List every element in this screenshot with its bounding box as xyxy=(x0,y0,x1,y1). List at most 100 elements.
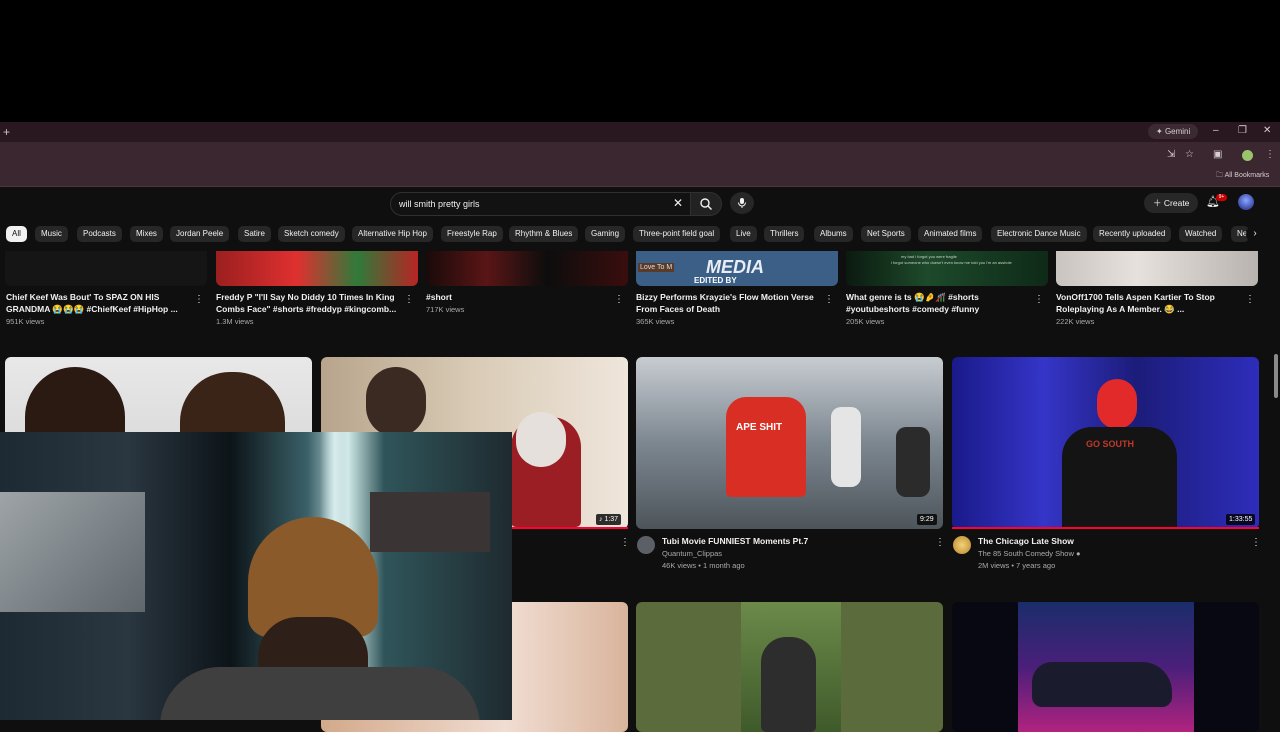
more-options-icon[interactable]: ⋮ xyxy=(1034,294,1044,305)
install-app-icon[interactable]: ⇲ xyxy=(1167,149,1175,160)
chip-rhythm-blues[interactable]: Rhythm & Blues xyxy=(509,226,579,242)
more-options-icon[interactable]: ⋮ xyxy=(620,537,630,548)
video-duration: 1:33:55 xyxy=(1226,514,1256,525)
channel-avatar[interactable] xyxy=(637,536,655,554)
thumbnail-shirt-text: APE SHIT xyxy=(736,422,783,433)
more-options-icon[interactable]: ⋮ xyxy=(404,294,414,305)
more-options-icon[interactable]: ⋮ xyxy=(1245,294,1255,305)
thumbnail-text: i forgot someone who doesn't even know m… xyxy=(891,260,1012,265)
account-avatar[interactable] xyxy=(1238,194,1254,210)
bookmark-star-icon[interactable]: ☆ xyxy=(1185,149,1194,160)
video-title[interactable]: Bizzy Performs Krayzie's Flow Motion Ver… xyxy=(636,291,818,315)
search-icon xyxy=(700,198,712,210)
thumbnail-face-paint xyxy=(516,412,566,467)
chip-podcasts[interactable]: Podcasts xyxy=(77,226,122,242)
webcam-overlay xyxy=(0,432,512,720)
more-options-icon[interactable]: ⋮ xyxy=(194,294,204,305)
video-thumbnail[interactable] xyxy=(5,251,207,286)
more-options-icon[interactable]: ⋮ xyxy=(1251,537,1261,548)
thumbnail-person: APE SHIT xyxy=(726,397,806,497)
video-thumbnail[interactable] xyxy=(952,602,1259,732)
webcam-window-reflection xyxy=(0,492,145,612)
video-thumbnail[interactable] xyxy=(636,602,943,732)
chip-animated-films[interactable]: Animated films xyxy=(918,226,983,242)
channel-avatar[interactable] xyxy=(953,536,971,554)
channel-name[interactable]: Quantum_Clippas xyxy=(662,548,722,560)
video-title[interactable]: VonOff1700 Tells Aspen Kartier To Stop R… xyxy=(1056,291,1236,315)
chip-sketch-comedy[interactable]: Sketch comedy xyxy=(278,226,345,242)
chip-gaming[interactable]: Gaming xyxy=(585,226,626,242)
chip-albums[interactable]: Albums xyxy=(814,226,853,242)
chip-three-point-field-goal[interactable]: Three-point field goal xyxy=(633,226,721,242)
all-bookmarks[interactable]: 🗀 All Bookmarks xyxy=(1216,171,1269,182)
thumbnail-person xyxy=(366,367,426,437)
video-thumbnail[interactable] xyxy=(1056,251,1258,286)
close-window-icon[interactable]: ✕ xyxy=(1263,125,1271,136)
video-title[interactable]: #short xyxy=(426,291,606,303)
more-options-icon[interactable]: ⋮ xyxy=(824,294,834,305)
search-button[interactable] xyxy=(690,192,722,216)
chip-mixes[interactable]: Mixes xyxy=(130,226,163,242)
more-options-icon[interactable]: ⋮ xyxy=(614,294,624,305)
thumbnail-hoodie-text: GO SOUTH xyxy=(1086,439,1135,449)
gemini-label: Gemini xyxy=(1164,127,1191,136)
bookmarks-bar xyxy=(0,166,1280,187)
chip-recently-uploaded[interactable]: Recently uploaded xyxy=(1093,226,1172,242)
black-letterbox-top xyxy=(0,0,1280,122)
profile-icon[interactable] xyxy=(1242,150,1253,161)
minimize-icon[interactable]: – xyxy=(1213,125,1219,136)
new-tab-icon[interactable]: + xyxy=(3,125,10,139)
chip-watched[interactable]: Watched xyxy=(1179,226,1223,242)
video-thumbnail[interactable] xyxy=(426,251,628,286)
thumbnail-car xyxy=(1032,662,1172,707)
chip-live[interactable]: Live xyxy=(730,226,757,242)
chip-alternative-hip-hop[interactable]: Alternative Hip Hop xyxy=(352,226,433,242)
chip-electronic-dance-music[interactable]: Electronic Dance Music xyxy=(991,226,1087,242)
channel-name[interactable]: The 85 South Comedy Show ● xyxy=(978,548,1081,560)
video-thumbnail[interactable]: Love To M MEDIA EDITED BY xyxy=(636,251,838,286)
side-panel-icon[interactable]: ▣ xyxy=(1213,149,1222,160)
chip-satire[interactable]: Satire xyxy=(238,226,271,242)
video-meta: 951K views xyxy=(6,317,45,326)
video-title[interactable]: Freddy P "I'll Say No Diddy 10 Times In … xyxy=(216,291,398,315)
chevron-right-icon[interactable]: › xyxy=(1246,225,1264,243)
search-box[interactable]: ✕ xyxy=(390,192,694,216)
thumbnail-person xyxy=(831,407,861,487)
microphone-icon xyxy=(738,198,746,208)
chip-freestyle-rap[interactable]: Freestyle Rap xyxy=(441,226,503,242)
clear-search-icon[interactable]: ✕ xyxy=(673,196,683,210)
more-options-icon[interactable]: ⋮ xyxy=(935,537,945,548)
voice-search-button[interactable] xyxy=(730,192,754,214)
video-thumbnail[interactable]: my bad i forgot you were fragile i forgo… xyxy=(846,251,1048,286)
address-bar-row xyxy=(0,142,1280,166)
chip-jordan-peele[interactable]: Jordan Peele xyxy=(170,226,230,242)
video-thumbnail[interactable]: GO SOUTH xyxy=(952,357,1259,529)
thumbnail-person xyxy=(761,637,816,732)
watch-progress-bar xyxy=(952,527,1259,529)
video-meta: 222K views xyxy=(1056,317,1095,326)
notifications-badge: 9+ xyxy=(1216,194,1227,201)
video-title[interactable]: What genre is ts 😭🤌🎢 #shorts #youtubesho… xyxy=(846,291,1026,315)
create-button[interactable]: ＋ Create xyxy=(1144,193,1199,213)
chip-all[interactable]: All xyxy=(6,226,27,242)
video-title[interactable]: Chief Keef Was Bout' To SPAZ ON HIS GRAN… xyxy=(6,291,186,315)
chip-net-sports[interactable]: Net Sports xyxy=(861,226,911,242)
thumbnail-person: GO SOUTH xyxy=(1062,427,1177,529)
video-title[interactable]: Tubi Movie FUNNIEST Moments Pt.7 xyxy=(662,535,922,547)
menu-icon[interactable]: ⋮ xyxy=(1265,149,1275,160)
thumbnail-ski-mask xyxy=(1097,379,1137,429)
search-input[interactable] xyxy=(399,196,659,212)
chip-music[interactable]: Music xyxy=(35,226,68,242)
thumbnail-text: Love To M xyxy=(638,263,675,272)
chip-thrillers[interactable]: Thrillers xyxy=(764,226,805,242)
thumbnail-text: EDITED BY xyxy=(694,276,737,285)
video-meta: 2M views • 7 years ago xyxy=(978,561,1056,570)
restore-icon[interactable]: ❐ xyxy=(1238,125,1247,136)
gemini-button[interactable]: ✦ Gemini xyxy=(1148,124,1199,139)
video-title[interactable]: The Chicago Late Show xyxy=(978,535,1238,547)
duration-text: 1:37 xyxy=(604,516,619,523)
webcam-person-hoodie xyxy=(160,667,480,720)
video-thumbnail[interactable] xyxy=(216,251,418,286)
page-scrollbar[interactable] xyxy=(1274,354,1278,398)
video-thumbnail[interactable]: APE SHIT xyxy=(636,357,943,529)
